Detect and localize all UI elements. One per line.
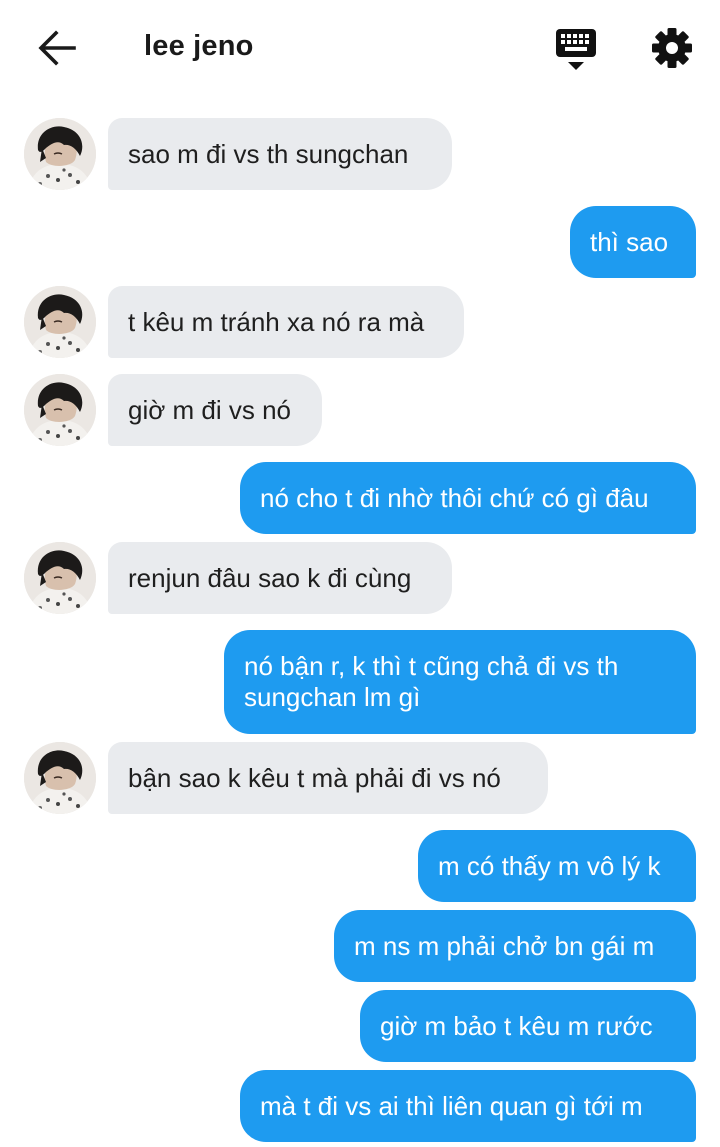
outgoing-message-bubble[interactable]: nó cho t đi nhờ thôi chứ có gì đâu — [240, 462, 696, 534]
contact-avatar[interactable] — [24, 286, 96, 358]
message-text: nó cho t đi nhờ thôi chứ có gì đâu — [260, 482, 649, 513]
message-text: mà t đi vs ai thì liên quan gì tới m — [260, 1090, 643, 1121]
contact-avatar[interactable] — [24, 374, 96, 446]
outgoing-message-bubble[interactable]: mà t đi vs ai thì liên quan gì tới m — [240, 1070, 696, 1142]
back-button[interactable] — [34, 28, 78, 68]
settings-button[interactable] — [648, 24, 696, 72]
chat-title: lee jeno — [144, 30, 254, 62]
outgoing-message-bubble[interactable]: thì sao — [570, 206, 696, 278]
message-text: nó bận r, k thì t cũng chả đi vs th sung… — [244, 651, 619, 712]
message-text: thì sao — [590, 226, 669, 257]
outgoing-message-bubble[interactable]: m có thấy m vô lý k — [418, 830, 696, 902]
incoming-message-bubble[interactable]: giờ m đi vs nó — [108, 374, 322, 446]
contact-avatar[interactable] — [24, 542, 96, 614]
message-text: t kêu m tránh xa nó ra mà — [128, 306, 425, 337]
gear-icon — [652, 28, 692, 68]
incoming-message-bubble[interactable]: renjun đâu sao k đi cùng — [108, 542, 452, 614]
message-text: m có thấy m vô lý k — [438, 850, 661, 881]
message-text: renjun đâu sao k đi cùng — [128, 562, 412, 593]
outgoing-message-bubble[interactable]: m ns m phải chở bn gái m — [334, 910, 696, 982]
outgoing-message-bubble[interactable]: nó bận r, k thì t cũng chả đi vs th sung… — [224, 630, 696, 734]
message-text: sao m đi vs th sungchan — [128, 138, 409, 169]
message-text: giờ m đi vs nó — [128, 394, 291, 425]
outgoing-message-bubble[interactable]: giờ m bảo t kêu m rước — [360, 990, 696, 1062]
incoming-message-bubble[interactable]: t kêu m tránh xa nó ra mà — [108, 286, 464, 358]
incoming-message-bubble[interactable]: sao m đi vs th sungchan — [108, 118, 452, 190]
message-text: bận sao k kêu t mà phải đi vs nó — [128, 762, 501, 793]
message-text: giờ m bảo t kêu m rước — [380, 1010, 653, 1041]
chat-header: lee jeno — [0, 0, 720, 100]
message-text: m ns m phải chở bn gái m — [354, 930, 655, 961]
incoming-message-bubble[interactable]: bận sao k kêu t mà phải đi vs nó — [108, 742, 548, 814]
arrow-left-icon — [38, 30, 76, 66]
keyboard-button[interactable] — [553, 26, 599, 72]
contact-avatar[interactable] — [24, 742, 96, 814]
contact-avatar[interactable] — [24, 118, 96, 190]
keyboard-icon — [556, 29, 596, 70]
